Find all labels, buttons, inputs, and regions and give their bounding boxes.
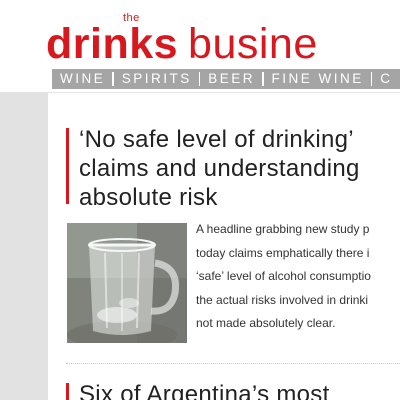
- main-nav: WINE SPIRITS BEER FINE WINE C: [52, 69, 400, 89]
- article-excerpt: A headline grabbing new study p today cl…: [196, 218, 400, 336]
- nav-item-wine[interactable]: WINE: [52, 69, 112, 89]
- article-title-line: ‘No safe level of drinking’: [79, 126, 354, 153]
- logo-business-text: busine: [188, 20, 318, 68]
- title-accent-bar: [66, 383, 69, 400]
- logo-drinks-text: drinks: [46, 20, 179, 68]
- article-list: ‘No safe level of drinking’ claims and u…: [48, 93, 400, 400]
- nav-item-spirits[interactable]: SPIRITS: [114, 69, 199, 89]
- excerpt-line: A headline grabbing new study p: [196, 222, 370, 236]
- article-title-line: claims and understanding: [79, 155, 360, 182]
- title-accent-bar: [66, 128, 69, 204]
- beer-glass-photo-thumbnail[interactable]: [67, 223, 187, 343]
- excerpt-line: today claims emphatically there i: [196, 245, 370, 260]
- left-gutter: [0, 93, 48, 400]
- nav-item-more[interactable]: C: [372, 69, 399, 89]
- beer-glass-icon: [67, 223, 187, 343]
- article-divider: [66, 363, 400, 364]
- nav-item-fine-wine[interactable]: FINE WINE: [264, 69, 371, 89]
- nav-item-beer[interactable]: BEER: [200, 69, 262, 89]
- site-header: the drinks busine WINE SPIRITS BEER FINE …: [0, 0, 400, 92]
- excerpt-line: ‘safe’ level of alcohol consumptio: [196, 269, 371, 283]
- article-title-link[interactable]: Six of Argentina’s most: [79, 380, 400, 400]
- logo-wordmark: drinks busine: [46, 20, 318, 68]
- article-title-line: absolute risk: [79, 184, 218, 211]
- article-title-link[interactable]: ‘No safe level of drinking’ claims and u…: [79, 125, 400, 212]
- excerpt-line: the actual risks involved in drinki: [196, 292, 369, 307]
- article-title-line: Six of Argentina’s most: [79, 381, 330, 400]
- excerpt-line: not made absolutely clear.: [196, 316, 336, 330]
- site-logo[interactable]: the drinks busine: [46, 12, 400, 68]
